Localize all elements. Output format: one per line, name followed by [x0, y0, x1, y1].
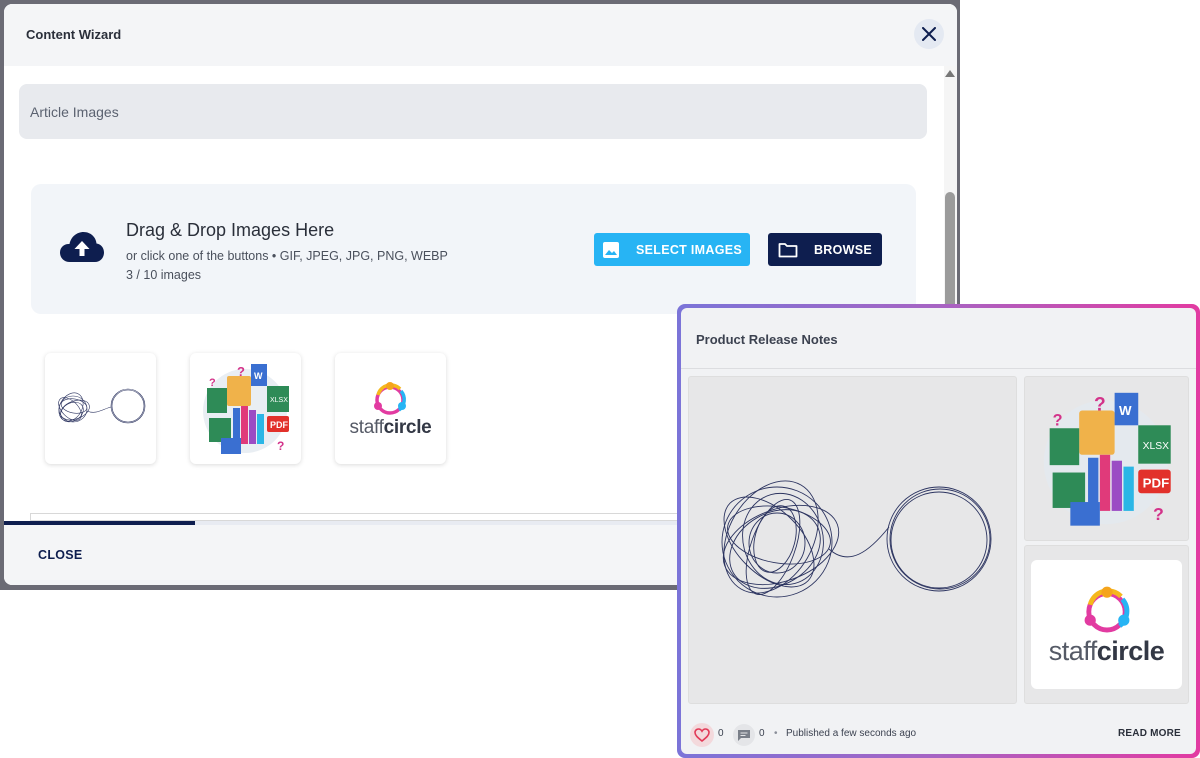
- browse-button[interactable]: BROWSE: [768, 233, 882, 266]
- comment-count: 0: [759, 728, 765, 739]
- comment-button[interactable]: [733, 724, 755, 746]
- horizontal-scrollbar[interactable]: [30, 513, 690, 521]
- svg-text:?: ?: [209, 377, 216, 389]
- image-count: 3 / 10 images: [126, 268, 202, 282]
- like-count: 0: [718, 728, 724, 739]
- scrollbar-thumb[interactable]: [945, 192, 955, 312]
- svg-text:?: ?: [1053, 411, 1063, 429]
- svg-text:?: ?: [1094, 395, 1106, 416]
- dropzone-subtitle: or click one of the buttons • GIF, JPEG,…: [126, 249, 448, 263]
- scroll-up-arrow-icon[interactable]: [945, 70, 955, 77]
- thumbnail-documents-collage[interactable]: W XLSX PDF ? ? ?: [190, 353, 301, 464]
- card-side-image-documents[interactable]: W XLSX PDF ? ? ?: [1024, 376, 1189, 541]
- documents-collage-image: W XLSX PDF ? ? ?: [203, 364, 289, 454]
- folder-icon: [778, 242, 798, 257]
- svg-text:XLSX: XLSX: [1143, 441, 1170, 452]
- staffcircle-wordmark: staffcircle: [349, 416, 432, 438]
- published-time: Published a few seconds ago: [786, 728, 917, 739]
- thumbnail-scribble-circle[interactable]: [45, 353, 156, 464]
- section-title: Article Images: [30, 104, 119, 120]
- scribble-circle-image: [57, 388, 145, 423]
- comment-icon: [738, 729, 750, 741]
- close-dialog-button[interactable]: [914, 19, 944, 49]
- svg-text:PDF: PDF: [1143, 475, 1170, 490]
- staffcircle-logo-image: staffcircle: [1031, 560, 1182, 689]
- svg-text:?: ?: [237, 364, 245, 379]
- thumbnail-staffcircle-logo[interactable]: staffcircle: [335, 353, 446, 464]
- browse-label: BROWSE: [813, 242, 873, 257]
- card-title: Product Release Notes: [696, 332, 838, 347]
- close-button[interactable]: CLOSE: [38, 548, 83, 562]
- read-more-link[interactable]: READ MORE: [1118, 728, 1181, 739]
- documents-collage-image: W XLSX PDF ? ? ?: [1043, 392, 1171, 526]
- section-header[interactable]: Article Images: [19, 84, 927, 139]
- dropzone-title: Drag & Drop Images Here: [126, 220, 335, 240]
- svg-text:XLSX: XLSX: [270, 397, 288, 404]
- scribble-circle-image: [721, 480, 992, 598]
- like-button[interactable]: [690, 723, 714, 747]
- svg-text:?: ?: [1153, 504, 1164, 524]
- separator-dot: •: [774, 728, 778, 739]
- staffcircle-mark-icon: [1084, 586, 1129, 633]
- dialog-header: Content Wizard: [4, 4, 957, 66]
- staffcircle-logo-image: staffcircle: [350, 379, 432, 439]
- svg-text:?: ?: [277, 439, 284, 453]
- post-preview-card[interactable]: Product Release Notes W XLSX PDF ? ? ? s…: [681, 308, 1196, 754]
- card-side-image-logo[interactable]: staffcircle: [1024, 545, 1189, 704]
- select-images-button[interactable]: SELECT IMAGES: [594, 233, 750, 266]
- card-divider: [681, 368, 1196, 369]
- svg-text:PDF: PDF: [270, 420, 289, 430]
- staffcircle-wordmark: staffcircle: [1048, 636, 1165, 666]
- cloud-upload-icon: [60, 232, 104, 262]
- heart-icon: [694, 728, 710, 742]
- svg-text:W: W: [1119, 403, 1132, 418]
- staffcircle-mark-icon: [374, 381, 407, 415]
- image-dropzone[interactable]: Drag & Drop Images Here or click one of …: [31, 184, 916, 314]
- image-icon: [603, 241, 619, 258]
- svg-text:W: W: [254, 371, 263, 381]
- select-images-label: SELECT IMAGES: [636, 242, 742, 257]
- card-main-image[interactable]: [688, 376, 1017, 704]
- dialog-title: Content Wizard: [26, 27, 122, 42]
- close-icon: [922, 27, 936, 41]
- card-footer: 0 0 • Published a few seconds ago READ M…: [681, 713, 1196, 754]
